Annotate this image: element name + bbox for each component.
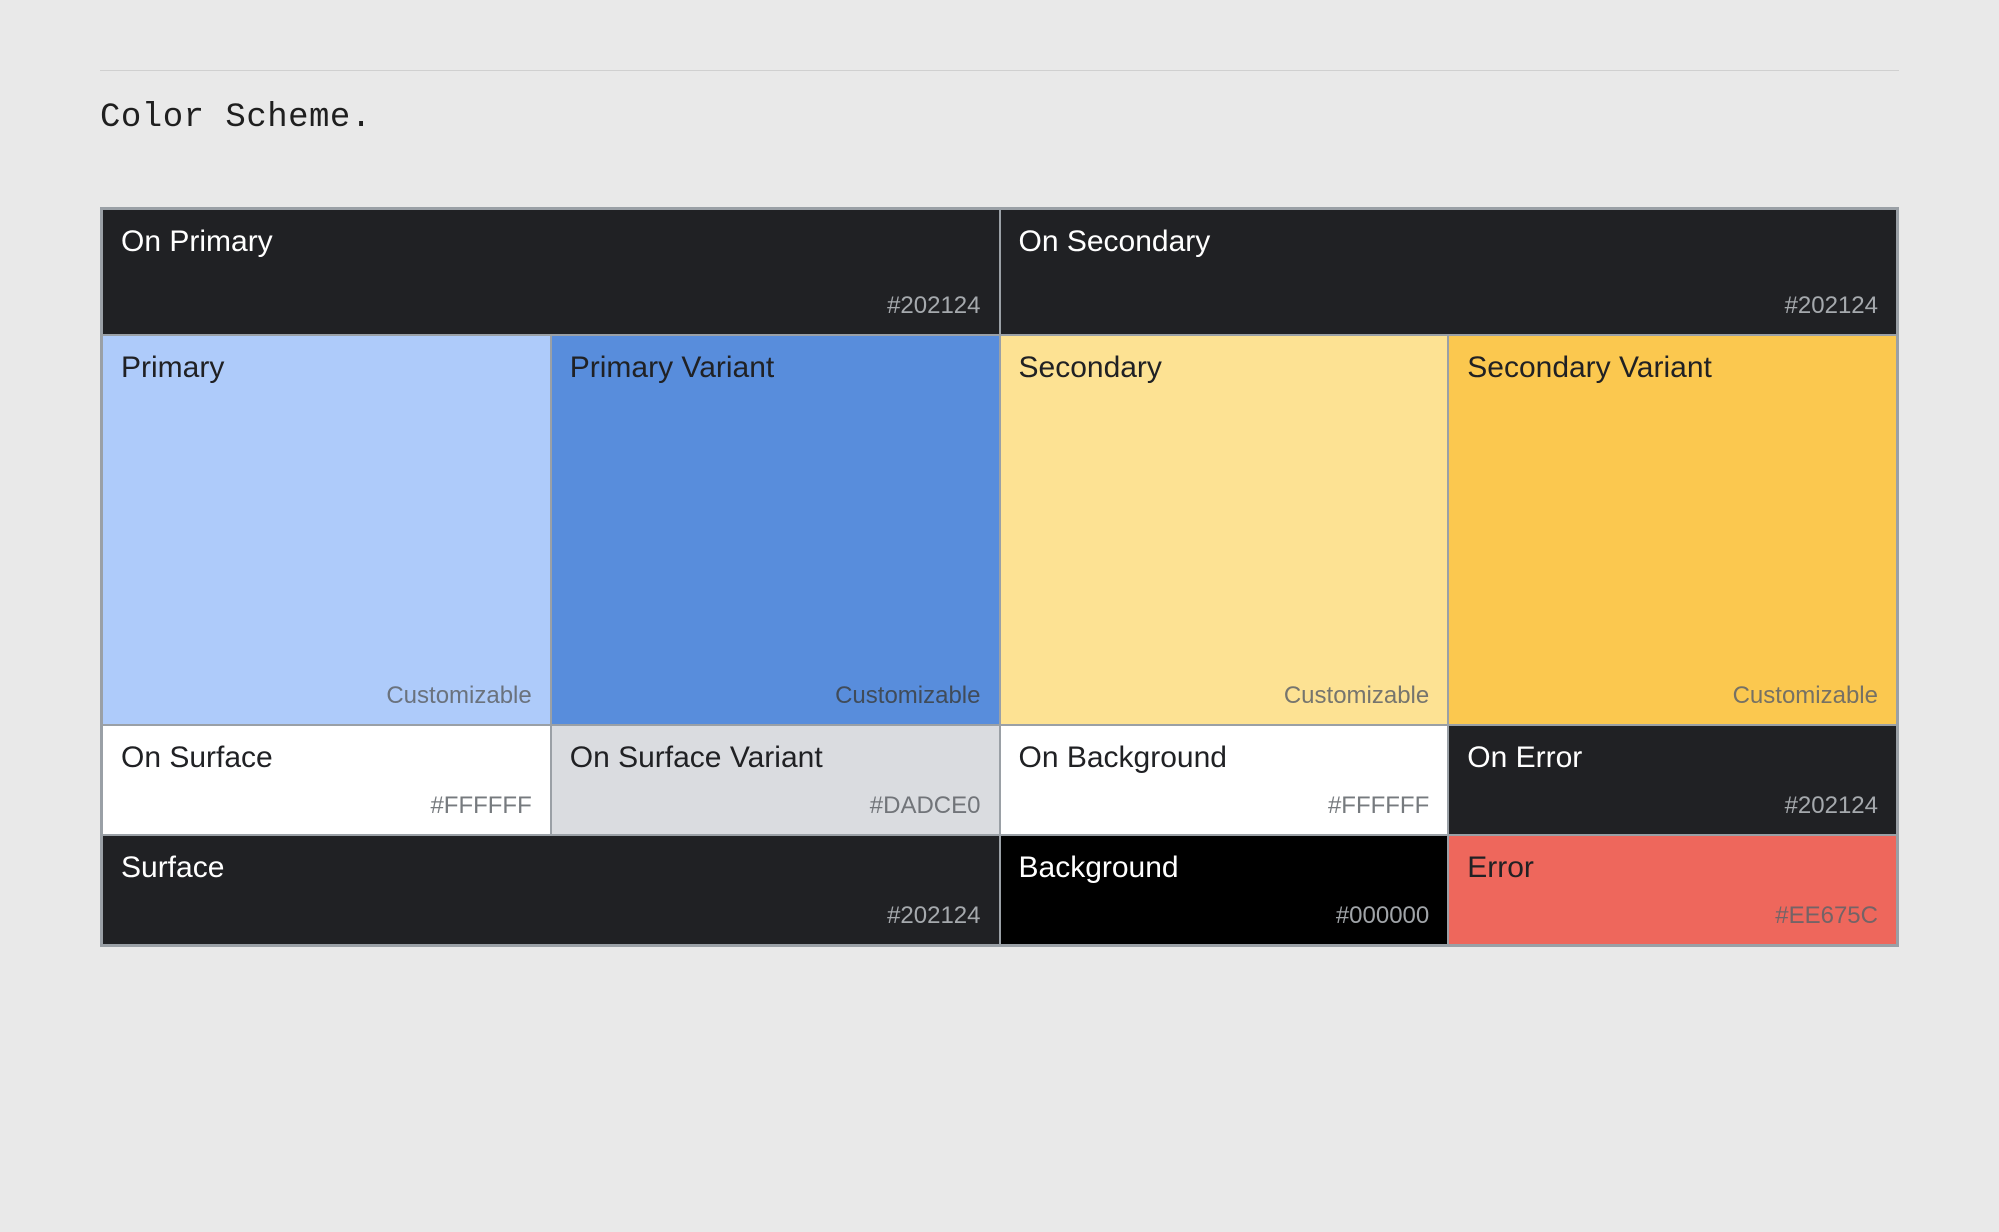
swatch-name: Surface [121,850,981,886]
swatch-value: #DADCE0 [870,792,981,820]
swatch-name: On Secondary [1019,224,1879,260]
swatch-value: Customizable [386,682,531,710]
swatch-value: Customizable [1733,682,1878,710]
swatch-secondary: Secondary Customizable [1000,335,1449,725]
swatch-value: Customizable [835,682,980,710]
swatch-on-primary: On Primary #202124 [102,209,1000,335]
swatch-error: Error #EE675C [1448,835,1897,945]
swatch-secondary-variant: Secondary Variant Customizable [1448,335,1897,725]
divider [100,70,1899,71]
swatch-grid: On Primary #202124 On Secondary #202124 … [100,207,1899,947]
swatch-on-background: On Background #FFFFFF [1000,725,1449,835]
swatch-name: On Background [1019,740,1430,776]
swatch-background: Background #000000 [1000,835,1449,945]
swatch-on-error: On Error #202124 [1448,725,1897,835]
section-title: Color Scheme. [100,99,1899,137]
swatch-name: Secondary [1019,350,1430,386]
swatch-value: #202124 [1785,292,1878,320]
swatch-name: On Primary [121,224,981,260]
swatch-name: Secondary Variant [1467,350,1878,386]
swatch-name: Background [1019,850,1430,886]
color-scheme-card: Color Scheme. On Primary #202124 On Seco… [0,0,1999,1037]
swatch-primary: Primary Customizable [102,335,551,725]
swatch-on-surface: On Surface #FFFFFF [102,725,551,835]
swatch-name: On Surface Variant [570,740,981,776]
swatch-name: On Error [1467,740,1878,776]
swatch-value: #202124 [887,902,980,930]
swatch-value: #202124 [1785,792,1878,820]
swatch-value: #FFFFFF [430,792,531,820]
swatch-on-surface-variant: On Surface Variant #DADCE0 [551,725,1000,835]
swatch-primary-variant: Primary Variant Customizable [551,335,1000,725]
swatch-surface: Surface #202124 [102,835,1000,945]
swatch-value: #EE675C [1775,902,1878,930]
swatch-name: Primary Variant [570,350,981,386]
swatch-name: On Surface [121,740,532,776]
swatch-value: #000000 [1336,902,1429,930]
swatch-name: Error [1467,850,1878,886]
swatch-value: Customizable [1284,682,1429,710]
swatch-on-secondary: On Secondary #202124 [1000,209,1898,335]
swatch-name: Primary [121,350,532,386]
swatch-value: #FFFFFF [1328,792,1429,820]
swatch-value: #202124 [887,292,980,320]
